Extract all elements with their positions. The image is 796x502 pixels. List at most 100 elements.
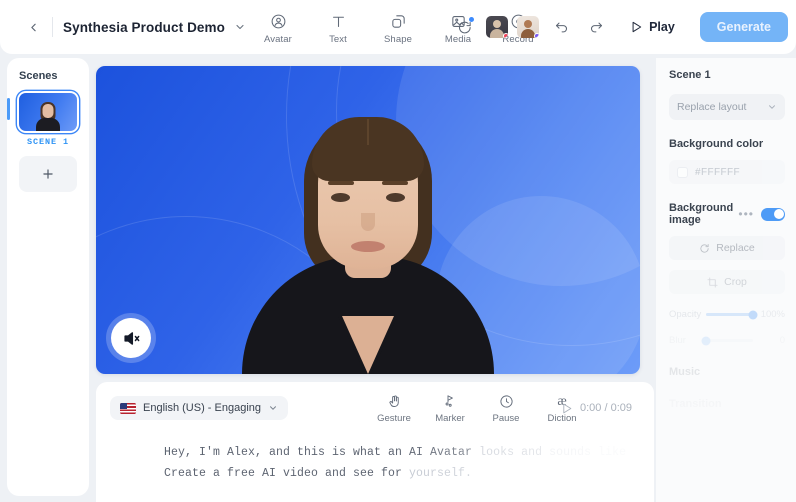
divider <box>52 17 53 37</box>
panel-fade-overlay <box>656 322 796 502</box>
back-button[interactable] <box>18 12 48 42</box>
tool-marker[interactable]: Marker <box>432 393 468 424</box>
script-segment-faded: looks and <box>479 446 550 459</box>
text-icon <box>330 12 347 32</box>
transition-section-label[interactable]: Transition <box>669 398 785 410</box>
page-title: Synthesia Product Demo <box>63 19 225 35</box>
chevron-down-icon <box>236 24 244 30</box>
scenes-title: Scenes <box>19 70 58 82</box>
tool-label: Shape <box>384 33 412 45</box>
play-button[interactable]: Play <box>618 14 689 40</box>
redo-button[interactable] <box>583 14 609 40</box>
blur-label: Blur <box>669 335 686 346</box>
avatar-icon <box>270 12 287 32</box>
timecode-display[interactable]: 0:00 / 0:09 <box>560 402 632 415</box>
music-section-label[interactable]: Music <box>669 366 785 378</box>
add-scene-button[interactable] <box>19 156 77 192</box>
script-segment-faded2: sounds like <box>549 446 627 459</box>
title-dropdown-button[interactable] <box>234 21 246 33</box>
tool-label: Pause <box>492 412 520 424</box>
shape-icon <box>390 12 407 32</box>
pause-clock-icon <box>499 393 514 411</box>
blur-value: 0 <box>779 335 785 346</box>
play-icon <box>563 403 572 413</box>
collaborator-avatar-2[interactable] <box>517 16 540 38</box>
script-toolbar: English (US) - Engaging Gesture Marker P… <box>96 382 654 434</box>
mute-button[interactable] <box>111 318 151 358</box>
blur-control: Blur 0 <box>669 335 785 346</box>
comments-button[interactable] <box>451 14 477 40</box>
tool-label: Text <box>329 33 347 45</box>
scene-preview <box>35 99 61 131</box>
script-line-1: Hey, I'm Alex, and this is what an AI Av… <box>164 442 654 463</box>
stage: English (US) - Engaging Gesture Marker P… <box>96 58 654 502</box>
tool-text[interactable]: Text <box>316 10 360 45</box>
speaker-muted-icon <box>123 331 139 345</box>
status-badge <box>503 33 509 38</box>
undo-icon <box>555 22 567 32</box>
voice-selector[interactable]: English (US) - Engaging <box>110 396 289 420</box>
top-bar-actions: Play Generate <box>451 12 788 42</box>
play-icon <box>632 21 642 33</box>
tool-label: Marker <box>435 412 465 424</box>
tool-label: Gesture <box>377 412 411 424</box>
top-bar: Synthesia Product Demo Avatar Text Shape… <box>0 0 796 54</box>
opacity-slider[interactable] <box>706 310 758 319</box>
scene-label-1: SCENE 1 <box>26 137 69 147</box>
background-color-value: #FFFFFF <box>695 166 741 178</box>
script-segment: Create a free AI video and see for <box>164 467 410 480</box>
script-segment-faded: yourself. <box>409 467 473 480</box>
blur-slider[interactable] <box>701 336 753 345</box>
opacity-value: 100% <box>760 309 785 320</box>
crop-background-button[interactable]: Crop <box>669 270 785 294</box>
background-image-row: Background image ••• <box>669 202 785 226</box>
video-canvas[interactable] <box>96 66 640 374</box>
background-color-label: Background color <box>669 138 764 150</box>
more-dots-icon[interactable]: ••• <box>738 207 754 221</box>
layout-select[interactable]: Replace layout <box>669 94 785 120</box>
marker-icon <box>443 393 458 411</box>
collaborator-avatar-1[interactable] <box>486 16 509 38</box>
gesture-icon <box>387 393 402 411</box>
chevron-down-icon <box>268 403 278 413</box>
timecode-text: 0:00 / 0:09 <box>580 402 632 414</box>
scene-title: Scene 1 <box>669 69 711 81</box>
generate-button[interactable]: Generate <box>699 12 788 42</box>
scroll-indicator <box>7 98 10 120</box>
redo-icon <box>590 22 602 32</box>
scenes-panel: Scenes SCENE 1 <box>7 58 89 496</box>
voice-label: English (US) - Engaging <box>143 402 262 414</box>
tool-pause[interactable]: Pause <box>488 393 524 424</box>
opacity-control: Opacity 100% <box>669 309 785 320</box>
script-segment: Hey, I'm Alex, and this is what an AI Av… <box>164 446 480 459</box>
opacity-label: Opacity <box>669 309 702 320</box>
background-color-field[interactable]: #FFFFFF <box>669 160 785 184</box>
crop-label: Crop <box>724 276 747 288</box>
properties-panel: Scene 1 Replace layout Background color … <box>656 58 796 502</box>
tool-shape[interactable]: Shape <box>376 10 420 45</box>
scene-thumbnail-1[interactable] <box>19 93 77 131</box>
layout-select-label: Replace layout <box>677 101 747 113</box>
synthesia-editor: Synthesia Product Demo Avatar Text Shape… <box>0 0 796 502</box>
crop-icon <box>707 276 718 288</box>
background-image-toggle[interactable] <box>761 207 785 221</box>
us-flag-icon <box>120 402 136 414</box>
script-line-2: Create a free AI video and see for yours… <box>164 463 654 484</box>
replace-label: Replace <box>716 242 755 254</box>
background-image-label: Background image <box>669 202 734 226</box>
script-editor[interactable]: Hey, I'm Alex, and this is what an AI Av… <box>96 434 654 484</box>
replace-background-button[interactable]: Replace <box>669 236 785 260</box>
script-tools: Gesture Marker Pause æ Diction <box>376 393 580 424</box>
refresh-icon <box>699 243 710 254</box>
comment-badge <box>469 17 475 22</box>
color-swatch[interactable] <box>677 166 688 178</box>
chevron-left-icon <box>30 23 36 31</box>
tool-gesture[interactable]: Gesture <box>376 393 412 424</box>
tool-avatar[interactable]: Avatar <box>256 10 300 45</box>
play-label: Play <box>649 20 675 34</box>
plus-icon <box>43 169 53 179</box>
undo-button[interactable] <box>548 14 574 40</box>
ai-avatar <box>238 89 498 374</box>
chevron-down-icon <box>767 102 777 112</box>
tool-label: Avatar <box>264 33 292 45</box>
